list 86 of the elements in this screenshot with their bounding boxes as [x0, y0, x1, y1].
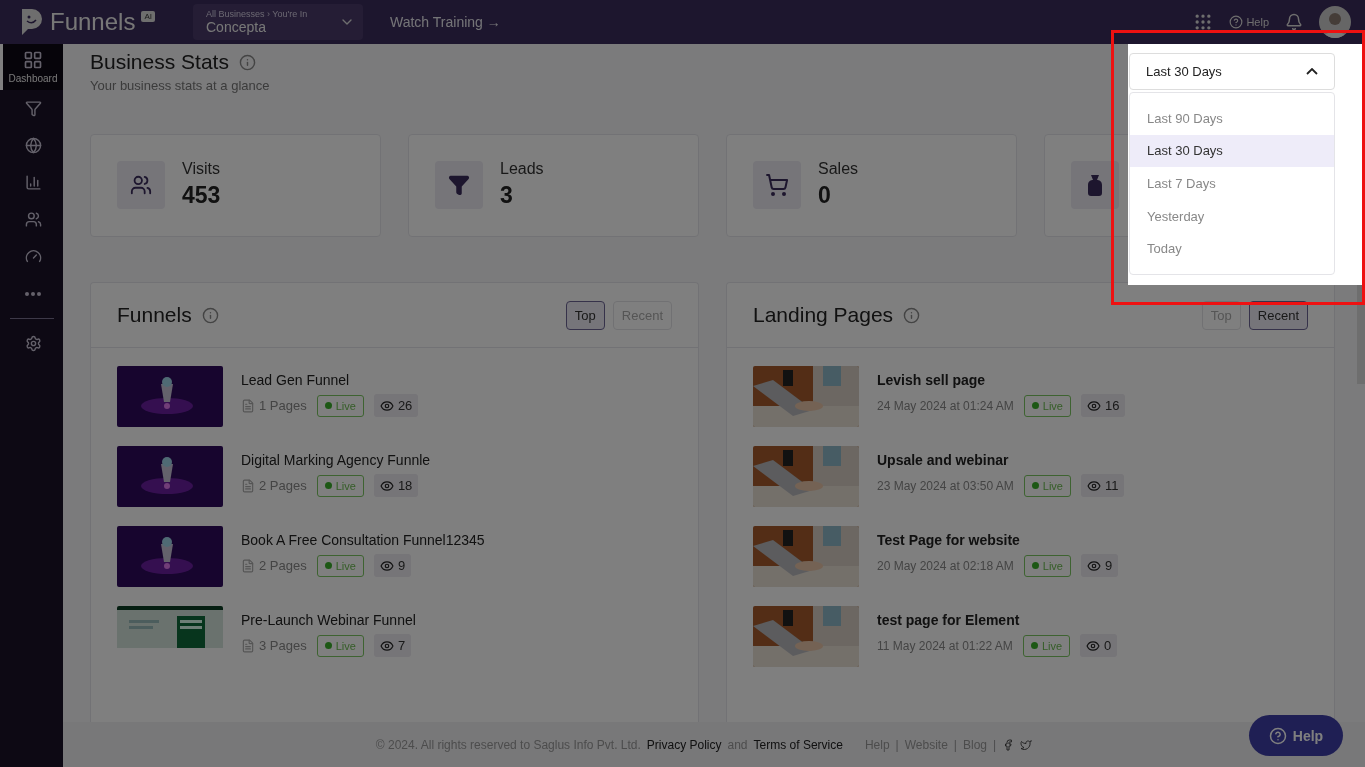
users-icon	[24, 211, 42, 228]
help-button[interactable]: Help	[1249, 715, 1343, 756]
item-name[interactable]: Test Page for website	[877, 532, 1119, 548]
page-title: Business Stats	[90, 50, 229, 74]
views-badge: 9	[1080, 554, 1119, 577]
status-badge: Live	[1022, 634, 1071, 657]
info-icon	[238, 53, 256, 71]
dashboard-icon	[23, 50, 43, 70]
dropdown-option[interactable]: Last 90 Days	[1130, 102, 1334, 135]
help-icon	[1268, 726, 1287, 745]
views-badge: 9	[373, 554, 412, 577]
page-icon	[241, 638, 255, 653]
item-name[interactable]: Pre-Launch Webinar Funnel	[241, 612, 416, 628]
cart-icon	[765, 173, 789, 197]
money-bag-icon	[1085, 173, 1105, 197]
status-badge: Live	[316, 634, 364, 657]
gauge-icon	[24, 248, 42, 265]
date-range-select[interactable]: Last 30 Days	[1129, 53, 1335, 90]
views-badge: 0	[1080, 634, 1118, 657]
logo-icon	[20, 7, 44, 37]
item-name[interactable]: Levish sell page	[877, 372, 1126, 388]
item-name[interactable]: Book A Free Consultation Funnel12345	[241, 532, 485, 548]
page-icon	[241, 558, 255, 573]
stat-label: Visits	[182, 160, 221, 178]
item-name[interactable]: Lead Gen Funnel	[241, 372, 419, 388]
status-badge: Live	[316, 474, 364, 497]
terms-link[interactable]: Terms of Service	[753, 737, 843, 752]
page-count: 2 Pages	[259, 478, 307, 493]
filter-tab[interactable]: Top	[565, 300, 605, 330]
stat-value: 453	[182, 182, 221, 209]
funnel-icon	[24, 100, 42, 117]
logo-text: Funnels	[50, 8, 136, 36]
page-count: 1 Pages	[259, 398, 307, 413]
item-date: 23 May 2024 at 03:50 AM	[877, 478, 1014, 493]
item-date: 24 May 2024 at 01:24 AM	[877, 398, 1014, 413]
globe-icon	[24, 137, 42, 154]
views-badge: 7	[373, 634, 412, 657]
stat-value: 3	[500, 182, 514, 209]
info-icon	[201, 306, 219, 324]
sidebar-item[interactable]: Dashboard	[0, 44, 63, 90]
stat-label: Leads	[500, 160, 544, 178]
page-count: 2 Pages	[259, 558, 307, 573]
item-name[interactable]: test page for Element	[877, 612, 1118, 628]
dropdown-option[interactable]: Today	[1130, 232, 1334, 265]
panel-title: Landing Pages	[753, 303, 894, 327]
item-name[interactable]: Upsale and webinar	[877, 452, 1125, 468]
status-badge: Live	[1023, 554, 1071, 577]
item-name[interactable]: Digital Marking Agency Funnle	[241, 452, 431, 468]
bar-chart-icon	[24, 174, 42, 191]
logo-badge: AI	[141, 11, 155, 22]
bell-icon[interactable]	[1285, 13, 1303, 31]
views-badge: 18	[373, 474, 419, 497]
page-icon	[241, 478, 255, 493]
dropdown-option[interactable]: Last 30 Days	[1130, 134, 1334, 168]
settings-icon	[24, 335, 42, 352]
item-date: 20 May 2024 at 02:18 AM	[877, 558, 1014, 573]
facebook-icon[interactable]	[1002, 738, 1015, 751]
dropdown-option[interactable]: Last 7 Days	[1130, 167, 1334, 200]
item-date: 11 May 2024 at 01:22 AM	[877, 638, 1013, 653]
watch-training-link[interactable]: Watch Training →	[390, 14, 501, 30]
twitter-icon[interactable]	[1020, 738, 1033, 751]
views-badge: 16	[1080, 394, 1126, 417]
status-badge: Live	[316, 554, 364, 577]
users-icon	[130, 174, 152, 196]
page-count: 3 Pages	[259, 638, 307, 653]
separator: |	[993, 737, 997, 752]
dropdown-option[interactable]: Yesterday	[1130, 199, 1334, 233]
views-badge: 26	[373, 394, 419, 417]
panel-title: Funnels	[117, 303, 192, 327]
separator: |	[895, 737, 899, 752]
status-badge: Live	[316, 394, 364, 417]
status-badge: Live	[1023, 394, 1071, 417]
help-link[interactable]: Help	[1229, 15, 1269, 29]
separator: |	[953, 737, 957, 752]
info-icon	[903, 306, 921, 324]
stat-label: Sales	[818, 160, 859, 178]
views-badge: 11	[1080, 474, 1125, 497]
status-badge: Live	[1023, 474, 1071, 497]
privacy-link[interactable]: Privacy Policy	[646, 737, 722, 752]
page-subtitle: Your business stats at a glance	[90, 78, 271, 93]
page-icon	[241, 398, 255, 413]
funnel-icon	[448, 174, 470, 196]
chevron-up-icon	[1306, 68, 1318, 75]
more-icon	[25, 291, 41, 296]
help-icon	[1229, 15, 1244, 29]
stat-value: 0	[818, 182, 832, 209]
